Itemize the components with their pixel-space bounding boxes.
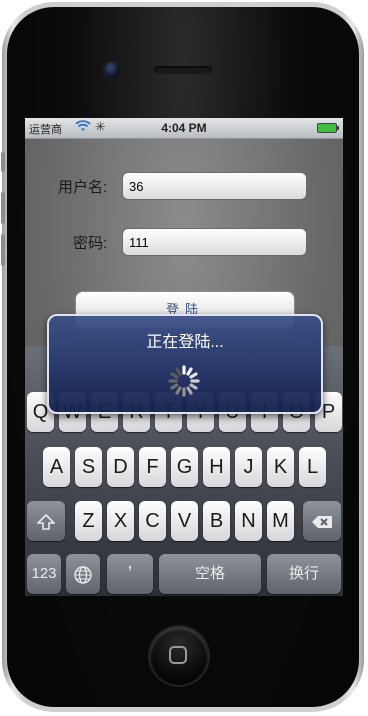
key-n[interactable]: N [235, 501, 262, 541]
key-g[interactable]: G [171, 447, 198, 487]
apostrophe-key[interactable]: ’ [107, 554, 153, 594]
key-m[interactable]: M [267, 501, 294, 541]
globe-key[interactable] [66, 554, 100, 594]
volume-down-button [1, 234, 5, 266]
progress-hud: 正在登陆... [47, 314, 323, 414]
space-key[interactable]: 空格 [159, 554, 261, 594]
mute-switch [1, 152, 5, 172]
key-s[interactable]: S [75, 447, 102, 487]
key-j[interactable]: J [235, 447, 262, 487]
return-key[interactable]: 换行 [267, 554, 341, 594]
globe-icon [73, 563, 93, 585]
speaker-icon [154, 66, 212, 74]
password-field[interactable]: 111 [122, 228, 307, 256]
camera-icon [104, 62, 120, 78]
home-button-icon[interactable] [150, 627, 208, 685]
key-d[interactable]: D [107, 447, 134, 487]
key-k[interactable]: K [267, 447, 294, 487]
shift-key[interactable] [27, 501, 65, 541]
battery-icon [317, 123, 339, 133]
password-label: 密码: [73, 235, 108, 252]
volume-up-button [1, 192, 5, 224]
status-bar: 运营商 ✳ 4:04 PM [25, 118, 343, 139]
hud-message: 正在登陆... [146, 334, 224, 351]
key-a[interactable]: A [43, 447, 70, 487]
delete-key[interactable] [303, 501, 341, 541]
key-h[interactable]: H [203, 447, 230, 487]
shift-icon [36, 510, 56, 532]
delete-icon [311, 510, 333, 532]
numbers-key[interactable]: 123 [27, 554, 61, 594]
status-time: 4:04 PM [161, 121, 207, 135]
key-l[interactable]: L [299, 447, 326, 487]
key-b[interactable]: B [203, 501, 230, 541]
key-v[interactable]: V [171, 501, 198, 541]
key-z[interactable]: Z [75, 501, 102, 541]
screen: 运营商 ✳ 4:04 PM 用户名: 36 密码: 111 登陆 Q W E R… [25, 118, 343, 596]
key-f[interactable]: F [139, 447, 166, 487]
key-c[interactable]: C [139, 501, 166, 541]
loading-spinner-icon [168, 365, 200, 397]
username-field[interactable]: 36 [122, 172, 307, 200]
key-x[interactable]: X [107, 501, 134, 541]
username-label: 用户名: [58, 179, 108, 196]
